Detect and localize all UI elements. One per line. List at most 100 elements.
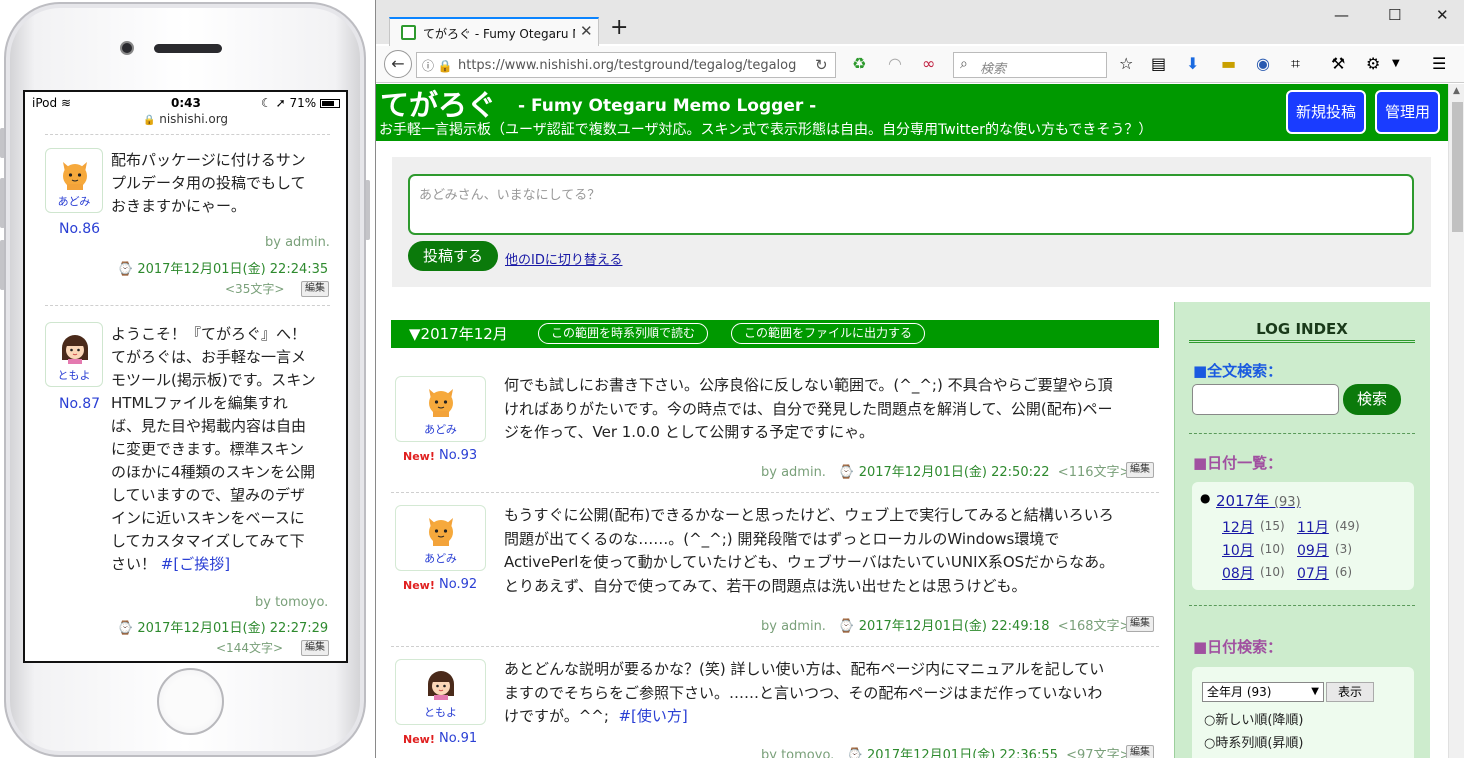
month-count: (15) [1260,519,1285,533]
post-textarea[interactable]: あどみさん、いまなにしてる？ [408,174,1414,235]
watch-icon: ⌚ [838,465,855,480]
post-date[interactable]: ⌚ 2017年12月01日(金) 22:49:18 [838,619,1049,634]
edit-button[interactable]: 編集 [1126,745,1154,758]
submit-post-button[interactable]: 投稿する [408,241,498,271]
post-date[interactable]: ⌚ 2017年12月01日(金) 22:36:55 [847,748,1058,758]
radio-icon: ○ [1204,713,1216,728]
post-meta: by tomoyo. ⌚ 2017年12月01日(金) 22:36:55 <97… [761,744,1130,758]
post-number[interactable]: No.91 [439,731,477,746]
radio-chronological[interactable]: ○時系列順(昇順) [1204,732,1304,751]
fulltext-search-button[interactable]: 検索 [1343,384,1401,415]
divider [45,134,330,135]
back-button[interactable]: ← [384,50,412,78]
date-list: ● 2017年 (93) 12月 (15) 11月 (49) 10月 (10) … [1192,482,1414,590]
post-date[interactable]: ⌚ 2017年12月01日(金) 22:50:22 [838,465,1049,480]
close-window-icon[interactable]: ✕ [1436,6,1449,24]
fulltext-search-input[interactable] [1192,384,1339,415]
month-link-10[interactable]: 10月 [1222,540,1254,560]
post-number[interactable]: No.92 [439,577,477,592]
crop-icon[interactable]: ⌗ [1291,54,1300,74]
post-line: してカスタマイズしてみて下 [111,532,305,550]
safari-url-bar[interactable]: 🔒 nishishi.org [25,112,346,126]
download-icon[interactable]: ⬇ [1186,54,1199,73]
post-line: プルデータ用の投稿でもして [111,174,306,192]
month-link-09[interactable]: 09月 [1297,540,1329,560]
recycle-icon[interactable]: ♻ [852,54,866,73]
show-button[interactable]: 表示 [1326,682,1374,702]
scroll-thumb[interactable] [1452,102,1463,232]
edit-button[interactable]: 編集 [301,640,329,656]
switch-id-link[interactable]: 他のIDに切り替える [505,249,622,268]
edit-button[interactable]: 編集 [1126,462,1154,478]
screenshot-icon[interactable]: ▬ [1221,54,1236,73]
extension-icon[interactable]: ◉ [1256,54,1270,73]
date-select[interactable]: 全年月 (93) ▼ [1202,682,1324,702]
search-bar[interactable]: ⌕ 検索 [953,52,1107,78]
post-form: あどみさん、いまなにしてる？ 投稿する 他のIDに切り替える [392,157,1431,287]
char-count: <35文字> [225,282,285,296]
month-link-12[interactable]: 12月 [1222,517,1254,537]
gear-icon[interactable]: ⚙ [1366,54,1380,73]
post-number[interactable]: No.86 [59,221,100,237]
post-date[interactable]: ⌚ 2017年12月01日(金) 22:24:35 [117,258,328,277]
site-title[interactable]: てがろぐ [380,82,496,124]
maximize-icon[interactable]: ☐ [1388,6,1401,24]
close-tab-icon[interactable]: ✕ [580,22,593,40]
post-body: あとどんな説明が要るかな？(笑) 詳しい使い方は、配布ページ内にマニュアルを記し… [504,658,1160,729]
divider [391,646,1159,647]
bookmark-star-icon[interactable]: ☆ [1119,54,1133,73]
post-line: とりあえず、自分で使ってみて、若干の問題点は洗い出せたとは思うけども。 [504,576,1027,595]
radio-newest[interactable]: ○新しい順(降順) [1204,709,1304,728]
ios-status-bar: iPod ≋ 0:43 ☾ ➚ 71% [25,92,346,112]
post-line: ますのでそちらをご参照下さい。……と言いつつ、その配布ページはまだ作っていないわ [504,683,1103,702]
rss-icon[interactable]: ◠ [888,54,902,73]
menu-icon[interactable]: ☰ [1432,54,1446,73]
new-tab-button[interactable]: + [610,15,628,40]
year-link[interactable]: 2017年 (93) [1216,490,1301,511]
avatar[interactable]: ともよ [45,322,103,387]
site-info-icon[interactable]: ⓘ 🔒 [422,57,453,74]
chevron-down-icon[interactable]: ▼ [1392,58,1400,69]
watch-icon: ⌚ [117,262,134,277]
char-count: <116文字> [1057,465,1131,480]
url-bar[interactable]: ⓘ 🔒 https://www.nishishi.org/testground/… [416,52,836,78]
post-body: 配布パッケージに付けるサン プルデータ用の投稿でもして おきますかにゃー。 [111,149,306,218]
scrollbar[interactable]: ▲ [1448,84,1464,758]
export-file-button[interactable]: この範囲をファイルに出力する [731,323,926,344]
month-link-11[interactable]: 11月 [1297,517,1329,537]
post-meta: by admin. ⌚ 2017年12月01日(金) 22:49:18 <168… [761,615,1130,634]
date-list-heading: ■日付一覧： [1193,454,1283,472]
edit-button[interactable]: 編集 [1126,616,1154,632]
wrench-icon[interactable]: ⚒ [1331,54,1345,73]
phone-home-button[interactable] [157,668,224,735]
post-date-text: 2017年12月01日(金) 22:24:35 [137,262,329,277]
post-date[interactable]: ⌚ 2017年12月01日(金) 22:27:29 [117,617,328,636]
admin-button[interactable]: 管理用 [1375,90,1441,134]
avatar[interactable]: あどみ [45,148,103,213]
month-link-07[interactable]: 07月 [1297,563,1329,583]
read-chrono-button[interactable]: この範囲を時系列順で読む [538,323,709,344]
edit-button[interactable]: 編集 [301,281,329,297]
avatar[interactable]: ともよ [395,659,486,725]
scroll-up-icon[interactable]: ▲ [1453,86,1460,96]
reading-list-icon[interactable]: ▤ [1151,54,1166,73]
post-number[interactable]: No.93 [439,448,477,463]
avatar[interactable]: あどみ [395,505,486,571]
reload-icon[interactable]: ↻ [815,56,828,74]
avatar[interactable]: あどみ [395,376,486,442]
tab-strip: てがろぐ - Fumy Otegaru Memo Logger ✕ + — ☐ … [376,0,1464,46]
minimize-icon[interactable]: — [1334,6,1349,24]
tab-active[interactable]: てがろぐ - Fumy Otegaru Memo Logger ✕ [389,17,599,46]
phone-camera [120,41,134,55]
hashtag-link[interactable]: #[使い方] [618,707,687,725]
divider [1189,605,1415,606]
month-link-08[interactable]: 08月 [1222,563,1254,583]
new-post-button[interactable]: 新規投稿 [1286,90,1367,134]
hashtag-link[interactable]: #[ご挨拶] [161,555,230,573]
post-number[interactable]: No.87 [59,396,100,412]
link-icon[interactable]: ∞ [922,54,935,73]
avatar-name: ともよ [424,706,457,719]
post-author: by admin. [761,465,826,480]
battery-icon [320,99,340,108]
battery-percent: 71% [289,96,317,110]
